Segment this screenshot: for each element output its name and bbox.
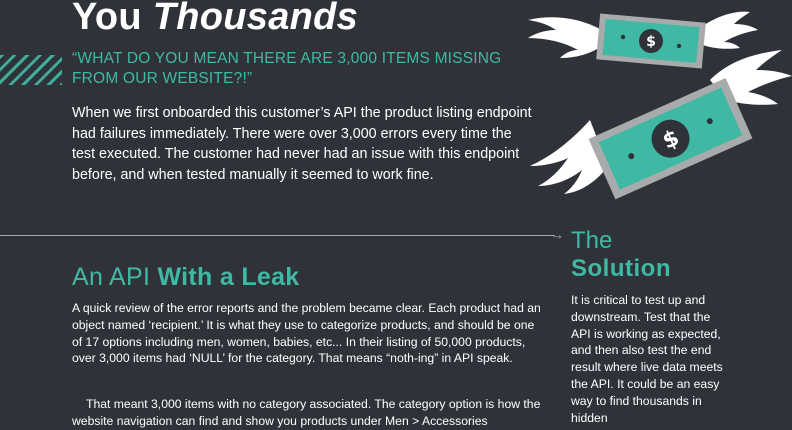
flying-money-illustration: $ $ — [528, 11, 792, 200]
small-bill-left-wing — [528, 17, 602, 58]
section-divider — [0, 235, 555, 236]
small-bill-symbol: $ — [646, 34, 656, 50]
small-bill-right-wing — [700, 11, 758, 49]
large-bill-left-wing — [530, 120, 608, 194]
solution-paragraph: It is critical to test up and downstream… — [571, 293, 723, 425]
small-bill: $ — [596, 13, 706, 69]
large-bill: $ — [588, 78, 753, 200]
intro-paragraph: When we first onboarded this customer’s … — [72, 105, 532, 183]
page-headline: You Thousands — [72, 0, 358, 40]
solution-heading-bold: Solution — [571, 255, 671, 282]
pull-quote: “WHAT DO YOU MEAN THERE ARE 3,000 ITEMS … — [72, 50, 502, 87]
leak-section-heading: An API With a Leak — [72, 262, 300, 292]
leak-heading-light: An API — [72, 263, 158, 291]
headline-italic: Thousands — [152, 0, 359, 38]
leak-paragraph-2: That meant 3,000 items with no category … — [72, 397, 541, 428]
hatch-decoration — [0, 55, 62, 85]
solution-heading-light: The — [571, 227, 613, 254]
headline-prefix: You — [72, 0, 153, 38]
divider-arrow-icon: → — [551, 227, 564, 242]
leak-paragraph-1: A quick review of the error reports and … — [72, 301, 541, 366]
leak-heading-bold: With a Leak — [157, 263, 300, 291]
